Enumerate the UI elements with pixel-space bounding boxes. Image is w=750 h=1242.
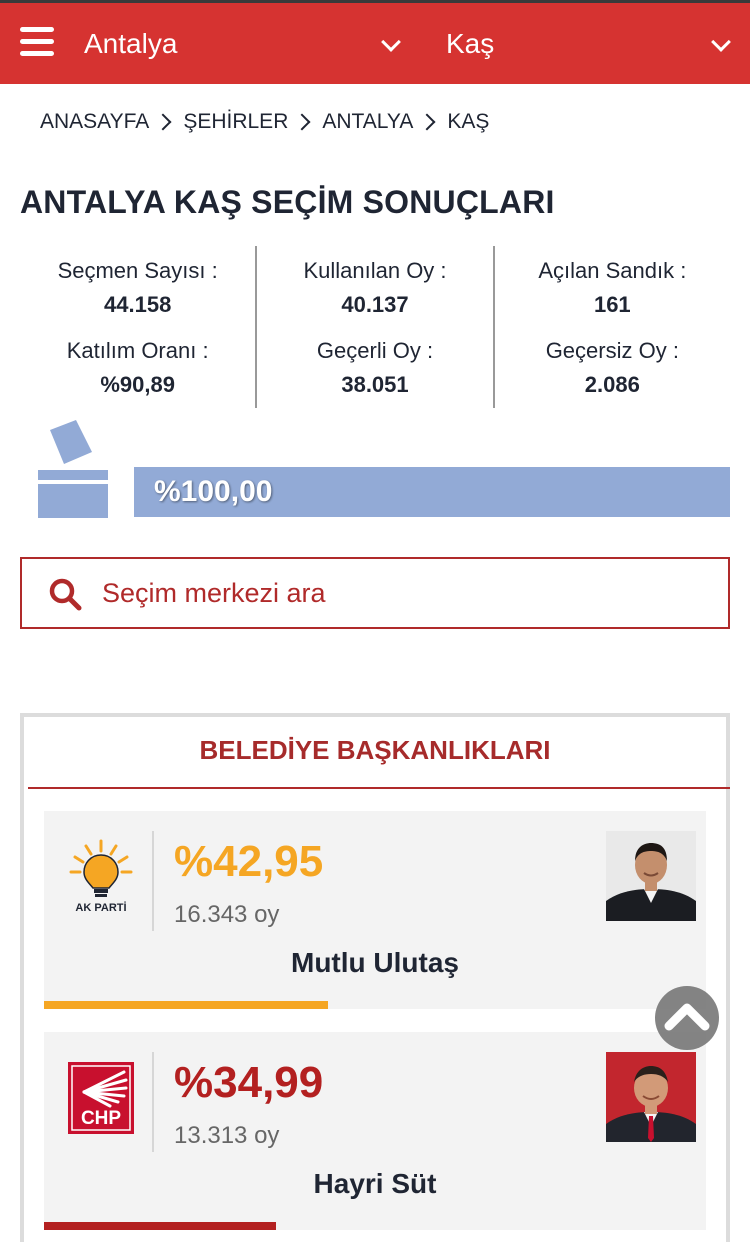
candidate-card[interactable]: AK PARTİ %42,95 16.343 oy Mutlu Ulutaş [44, 811, 706, 1009]
divider [28, 787, 730, 789]
page-title: ANTALYA KAŞ SEÇİM SONUÇLARI [20, 184, 555, 220]
vote-count: 13.313 oy [174, 1122, 280, 1149]
scroll-to-top-button[interactable] [655, 986, 719, 1050]
chevron-right-icon [154, 113, 172, 131]
vote-count: 16.343 oy [174, 901, 280, 928]
turnout-label: Katılım Oranı : [66, 338, 209, 363]
candidate-photo [606, 1052, 696, 1142]
breadcrumb-home[interactable]: ANASAYFA [40, 110, 149, 134]
ballot-box-icon [38, 420, 108, 518]
akparti-logo-icon: AK PARTİ [69, 839, 133, 914]
turnout-value: %90,89 [100, 372, 175, 397]
chevron-down-icon [381, 32, 401, 52]
city-select-value: Antalya [84, 28, 178, 59]
breadcrumb-city[interactable]: ANTALYA [322, 110, 413, 134]
mayor-results-panel: BELEDİYE BAŞKANLIKLARI AK PARTİ %42,95 1… [20, 713, 730, 1242]
used-votes-label: Kullanılan Oy : [303, 258, 447, 283]
search-icon[interactable] [48, 577, 82, 611]
stats-column: Açılan Sandık : 161 Geçersiz Oy : 2.086 [492, 246, 730, 408]
progress-percent: %100,00 [154, 475, 273, 508]
svg-text:AK PARTİ: AK PARTİ [75, 901, 126, 914]
opened-boxes-value: 161 [593, 292, 631, 317]
chevron-right-icon [293, 113, 311, 131]
counted-progress-bar: %100,00 [134, 467, 730, 517]
card-divider [152, 1052, 154, 1152]
card-divider [152, 831, 154, 931]
chevron-right-icon [418, 113, 436, 131]
valid-votes-value: 38.051 [341, 372, 409, 397]
candidate-name: Hayri Süt [313, 1168, 437, 1199]
panel-title: BELEDİYE BAŞKANLIKLARI [199, 735, 551, 765]
opened-boxes-label: Açılan Sandık : [538, 258, 687, 283]
voters-value: 44.158 [104, 292, 172, 317]
invalid-votes-label: Geçersiz Oy : [545, 338, 679, 363]
search-input[interactable] [102, 559, 702, 627]
vote-share-bar [44, 1001, 329, 1009]
valid-votes-label: Geçerli Oy : [316, 338, 434, 363]
top-bar: Antalya Kaş [0, 0, 750, 84]
breadcrumb: ANASAYFA ŞEHİRLER ANTALYA KAŞ [40, 110, 489, 134]
breadcrumb-cities[interactable]: ŞEHİRLER [183, 110, 288, 134]
menu-icon[interactable] [20, 27, 54, 57]
candidate-card[interactable]: CHP %34,99 13.313 oy Hayri Süt [44, 1032, 706, 1230]
stats-column: Seçmen Sayısı : 44.158 Katılım Oranı : %… [20, 246, 255, 408]
district-select-value: Kaş [446, 28, 495, 59]
search-box [20, 557, 730, 629]
city-select[interactable]: Antalya [84, 3, 404, 84]
district-select[interactable]: Kaş [446, 3, 736, 84]
candidate-name: Mutlu Ulutaş [291, 947, 459, 978]
vote-share-bar [44, 1222, 276, 1230]
stats-column: Kullanılan Oy : 40.137 Geçerli Oy : 38.0… [255, 246, 492, 408]
stats-grid: Seçmen Sayısı : 44.158 Katılım Oranı : %… [20, 246, 730, 408]
used-votes-value: 40.137 [341, 292, 409, 317]
svg-text:CHP: CHP [81, 1108, 121, 1129]
vote-percent: %42,95 [174, 837, 324, 886]
chevron-down-icon [711, 32, 731, 52]
candidate-photo [606, 831, 696, 921]
chevron-up-icon [664, 1003, 710, 1031]
breadcrumb-current: KAŞ [447, 110, 490, 133]
voters-label: Seçmen Sayısı : [57, 258, 218, 283]
chp-logo-icon: CHP [68, 1062, 134, 1134]
vote-percent: %34,99 [174, 1058, 324, 1107]
invalid-votes-value: 2.086 [584, 372, 640, 397]
